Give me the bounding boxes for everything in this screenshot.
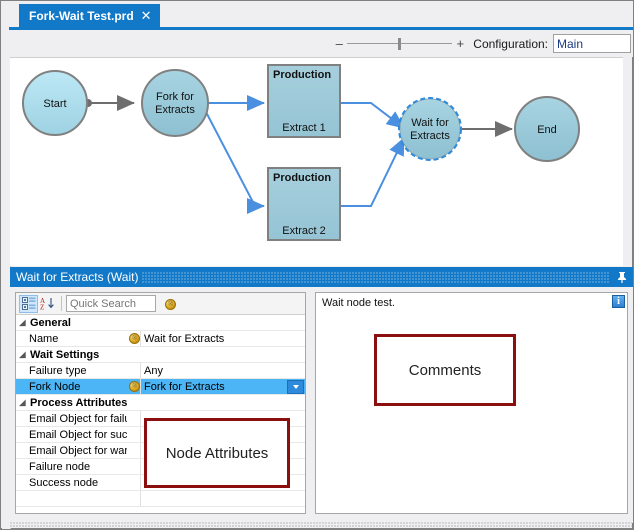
property-row-name[interactable]: Name ® Wait for Extracts — [16, 331, 305, 347]
property-value[interactable]: Wait for Extracts — [142, 333, 305, 345]
category-label: Process Attributes — [29, 397, 127, 409]
property-label: Failure node — [16, 461, 127, 473]
node-prod2-subtitle: Extract 2 — [282, 225, 325, 237]
zoom-slider-widget[interactable]: – + — [333, 36, 466, 51]
collapse-arrow-icon[interactable]: ◢ — [16, 319, 29, 327]
annotation-label: Comments — [409, 362, 482, 379]
node-prod2-title: Production — [273, 172, 331, 184]
diagram-node-start: Start — [23, 71, 87, 135]
column-divider — [140, 491, 141, 506]
node-wait-label-line1: Wait for — [411, 117, 449, 129]
zoom-out-icon[interactable]: – — [333, 36, 345, 51]
panel-title-label: Wait for Extracts (Wait) — [10, 270, 138, 284]
node-prod1-title: Production — [273, 69, 331, 81]
application-window: Fork-Wait Test.prd ✕ – + Configuration: — [0, 0, 634, 530]
tab-label: Fork-Wait Test.prd — [29, 9, 134, 23]
property-label: Email Object for success — [16, 429, 127, 441]
collapse-arrow-icon[interactable]: ◢ — [16, 399, 29, 407]
close-x-icon[interactable]: ✕ — [141, 9, 152, 22]
property-label: Failure type — [16, 365, 127, 377]
node-start-label: Start — [43, 98, 66, 110]
tab-strip: Fork-Wait Test.prd ✕ — [9, 1, 633, 29]
zoom-slider-thumb[interactable] — [398, 38, 401, 50]
diagram-node-production-extract-2: Production Extract 2 — [268, 168, 340, 240]
diagram-node-wait-for-extracts: Wait for Extracts — [399, 98, 461, 160]
diagram-canvas[interactable]: Start Fork for Extracts Production Extra… — [10, 57, 623, 266]
property-value[interactable]: Fork for Extracts — [142, 381, 287, 393]
property-label: Success node — [16, 477, 127, 489]
configuration-label: Configuration: — [473, 37, 548, 51]
sort-alphabetical-icon[interactable]: A Z — [38, 295, 57, 313]
lower-pane: A Z ® ◢ General Name — [10, 287, 633, 523]
chevron-down-icon[interactable] — [287, 380, 304, 394]
property-label: Email Object for warning — [16, 445, 127, 457]
column-divider[interactable] — [140, 475, 141, 490]
property-row-fork-node[interactable]: Fork Node ® Fork for Extracts — [16, 379, 305, 395]
toolbar-separator — [61, 296, 62, 311]
property-row-empty — [16, 491, 305, 507]
property-category-general[interactable]: ◢ General — [16, 315, 305, 331]
column-divider[interactable] — [140, 411, 141, 426]
property-label: Email Object for failure — [16, 413, 127, 425]
property-value[interactable]: Any — [142, 365, 305, 377]
column-divider[interactable] — [140, 443, 141, 458]
node-fork-label-line2: Extracts — [155, 104, 195, 116]
property-category-wait-settings[interactable]: ◢ Wait Settings — [16, 347, 305, 363]
properties-panel-title-bar[interactable]: Wait for Extracts (Wait) — [10, 267, 633, 287]
node-wait-label-line2: Extracts — [410, 130, 450, 142]
categorized-view-icon[interactable] — [19, 295, 38, 313]
property-row-failure-type[interactable]: Failure type Any — [16, 363, 305, 379]
node-end-label: End — [537, 124, 557, 136]
property-source-icon[interactable]: ® — [165, 297, 176, 310]
category-label: Wait Settings — [29, 349, 99, 361]
column-divider[interactable] — [140, 427, 141, 442]
search-input[interactable] — [66, 295, 156, 312]
info-icon[interactable]: i — [612, 295, 625, 308]
column-divider[interactable] — [140, 459, 141, 474]
diagram-node-end: End — [515, 97, 579, 161]
zoom-slider-track[interactable] — [347, 37, 452, 51]
configuration-input[interactable] — [553, 34, 631, 53]
column-divider[interactable] — [140, 379, 141, 394]
column-divider[interactable] — [140, 331, 141, 346]
collapse-arrow-icon[interactable]: ◢ — [16, 351, 29, 359]
column-divider[interactable] — [140, 363, 141, 378]
node-fork-label-line1: Fork for — [156, 91, 194, 103]
comments-text[interactable]: Wait node test. — [316, 293, 627, 313]
zoom-in-icon[interactable]: + — [454, 36, 466, 51]
annotation-label: Node Attributes — [166, 445, 269, 462]
annotation-comments: Comments — [374, 334, 516, 406]
property-label: Fork Node — [16, 381, 127, 393]
annotation-node-attributes: Node Attributes — [144, 418, 290, 488]
property-label: Name — [16, 333, 127, 345]
resize-grip[interactable] — [10, 522, 632, 528]
property-grid-toolbar: A Z ® — [16, 293, 305, 315]
node-prod1-subtitle: Extract 1 — [282, 122, 325, 134]
tab-fork-wait-test[interactable]: Fork-Wait Test.prd ✕ — [19, 4, 160, 27]
pin-icon[interactable] — [614, 269, 630, 285]
panel-title-dots — [142, 272, 610, 283]
svg-text:Z: Z — [40, 304, 44, 311]
diagram-node-production-extract-1: Production Extract 1 — [268, 65, 340, 137]
toolbar: – + Configuration: — [10, 30, 633, 57]
diagram-node-fork: Fork for Extracts — [142, 70, 208, 136]
property-category-process-attributes[interactable]: ◢ Process Attributes — [16, 395, 305, 411]
category-label: General — [29, 317, 71, 329]
